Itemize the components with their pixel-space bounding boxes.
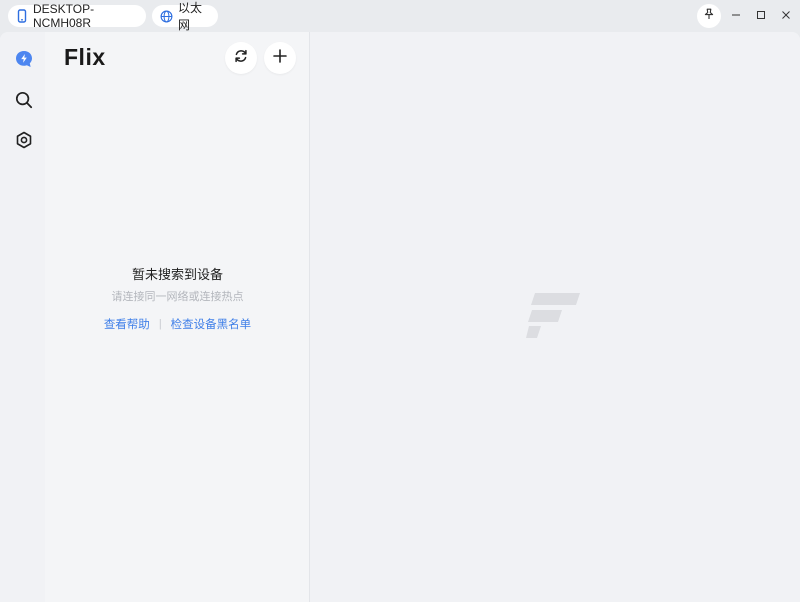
nav-item-search[interactable] xyxy=(12,90,36,114)
close-icon xyxy=(781,7,791,25)
nav-item-devices[interactable] xyxy=(12,49,36,73)
add-device-button[interactable] xyxy=(264,42,296,74)
device-panel: Flix 暂未搜索到设备 请连接同一网络或连接热点 查看帮助 | 检查设备黑名单 xyxy=(45,32,310,602)
link-separator: | xyxy=(158,318,162,330)
empty-state-title: 暂未搜索到设备 xyxy=(131,267,223,282)
refresh-button[interactable] xyxy=(225,42,257,74)
device-name: DESKTOP-NCMH08R xyxy=(33,2,95,30)
empty-state-links: 查看帮助 | 检查设备黑名单 xyxy=(45,316,310,332)
maximize-button[interactable] xyxy=(749,4,773,28)
network-name: 以太网 xyxy=(178,1,203,32)
network-chip[interactable]: 以太网 xyxy=(152,1,218,32)
search-icon xyxy=(15,91,33,114)
lightning-bolt-icon xyxy=(14,49,34,74)
refresh-icon xyxy=(233,48,249,69)
title-bar: DESKTOP-NCMH08R 以太网 xyxy=(0,0,800,32)
maximize-icon xyxy=(756,7,766,25)
pin-icon xyxy=(703,7,715,25)
flix-logo-icon xyxy=(526,291,582,339)
minimize-icon xyxy=(731,7,741,25)
minimize-button[interactable] xyxy=(724,4,748,28)
globe-icon xyxy=(160,10,173,23)
plus-icon xyxy=(272,48,288,69)
settings-icon xyxy=(15,131,33,154)
nav-item-settings[interactable] xyxy=(12,130,36,154)
phone-icon xyxy=(16,9,28,23)
empty-state-subtitle: 请连接同一网络或连接热点 xyxy=(111,291,244,303)
nav-rail xyxy=(0,32,45,602)
pin-button[interactable] xyxy=(697,4,721,28)
help-link[interactable]: 查看帮助 xyxy=(104,316,150,332)
close-button[interactable] xyxy=(774,4,798,28)
app-window: Flix 暂未搜索到设备 请连接同一网络或连接热点 查看帮助 | 检查设备黑名单 xyxy=(0,32,800,602)
main-content xyxy=(311,32,800,602)
blacklist-link[interactable]: 检查设备黑名单 xyxy=(171,316,252,332)
app-brand: Flix xyxy=(64,44,106,70)
device-name-chip[interactable]: DESKTOP-NCMH08R xyxy=(8,2,146,30)
